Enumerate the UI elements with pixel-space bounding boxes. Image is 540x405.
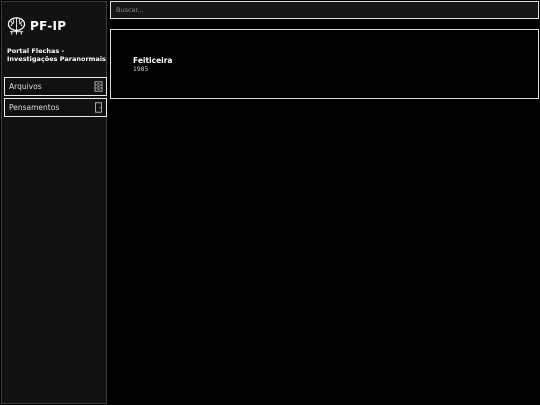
brand-name: PF-IP bbox=[30, 19, 67, 33]
sidebar-item-label: Arquivos bbox=[9, 82, 42, 91]
organization-name: Portal Flechas - Investigações Paranorma… bbox=[7, 47, 106, 63]
search-input[interactable] bbox=[110, 1, 539, 19]
archive-box-icon bbox=[94, 81, 103, 92]
result-year: 1985 bbox=[133, 66, 149, 73]
brain-icon bbox=[7, 17, 26, 35]
door-icon bbox=[95, 102, 102, 113]
results-panel: Feiticeira 1985 bbox=[110, 29, 539, 99]
sidebar: PF-IP Portal Flechas - Investigações Par… bbox=[1, 1, 107, 404]
content-area bbox=[109, 100, 540, 405]
sidebar-item-arquivos[interactable]: Arquivos bbox=[4, 77, 107, 96]
result-title: Feiticeira bbox=[133, 56, 173, 65]
result-card[interactable]: Feiticeira 1985 bbox=[133, 56, 173, 73]
sidebar-item-label: Pensamentos bbox=[9, 103, 60, 112]
brand[interactable]: PF-IP bbox=[7, 16, 66, 36]
sidebar-item-pensamentos[interactable]: Pensamentos bbox=[4, 98, 107, 117]
